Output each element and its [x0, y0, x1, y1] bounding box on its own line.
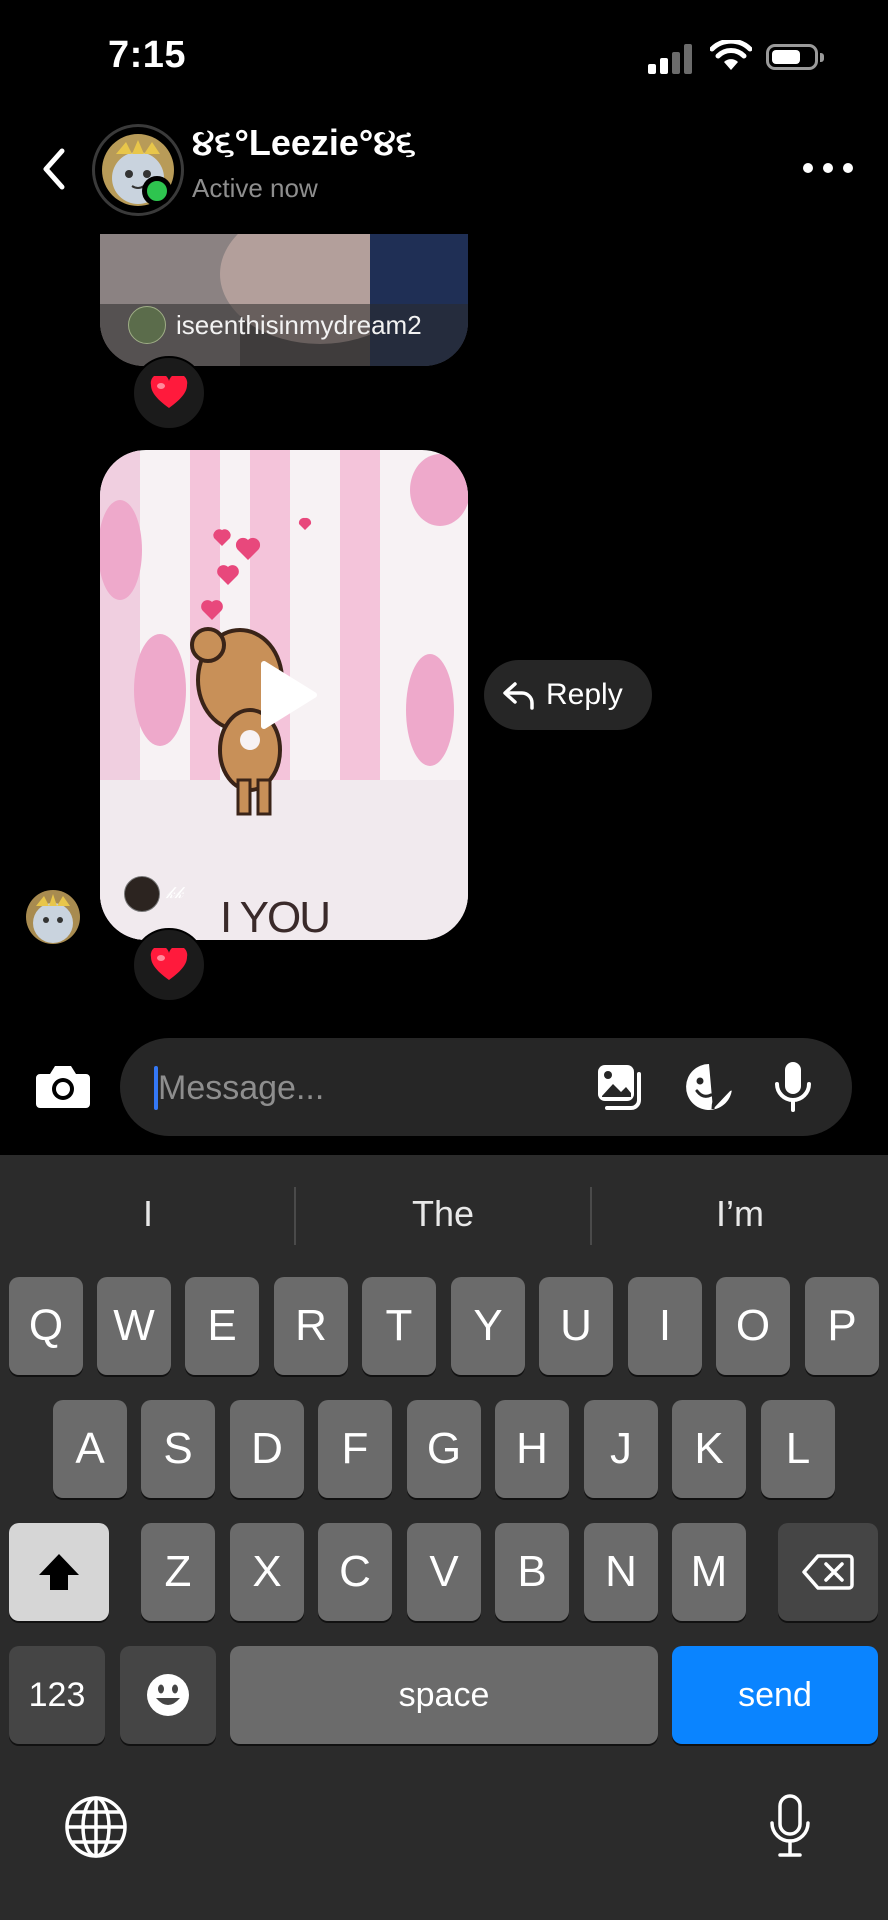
key-k[interactable]: K: [672, 1400, 746, 1498]
key-e[interactable]: E: [185, 1277, 259, 1375]
shared-post-message[interactable]: iseenthisinmydream2: [100, 234, 468, 366]
key-z[interactable]: Z: [141, 1523, 215, 1621]
key-y[interactable]: Y: [451, 1277, 525, 1375]
battery-icon: [766, 44, 824, 70]
key-t[interactable]: T: [362, 1277, 436, 1375]
backspace-icon: [802, 1554, 854, 1590]
key-h[interactable]: H: [495, 1400, 569, 1498]
key-m[interactable]: M: [672, 1523, 746, 1621]
online-indicator: [142, 176, 172, 206]
key-a[interactable]: A: [53, 1400, 127, 1498]
post-thumbnail: [100, 234, 468, 366]
heart-icon: [150, 376, 188, 408]
reply-label: Reply: [546, 678, 623, 711]
key-o[interactable]: O: [716, 1277, 790, 1375]
wifi-icon: [710, 40, 752, 70]
backspace-key[interactable]: [778, 1523, 878, 1621]
key-c[interactable]: C: [318, 1523, 392, 1621]
key-l[interactable]: L: [761, 1400, 835, 1498]
post-author-name: iseenthisinmydream2: [176, 309, 422, 340]
video-caption: I YOU: [220, 893, 329, 940]
emoji-key[interactable]: [120, 1646, 216, 1744]
chevron-left-icon: [43, 148, 65, 190]
globe-icon[interactable]: [64, 1795, 128, 1859]
dictation-icon[interactable]: [768, 1793, 812, 1859]
keyboard: I The I’m Q W E R T Y U I O P A S D F G …: [0, 1155, 888, 1920]
microphone-icon: [775, 1062, 811, 1112]
sender-avatar[interactable]: [26, 890, 80, 944]
reply-arrow-icon: [503, 682, 534, 710]
emoji-icon: [147, 1674, 189, 1716]
active-status: Active now: [192, 173, 318, 203]
heart-reaction[interactable]: [132, 928, 206, 1002]
key-i[interactable]: I: [628, 1277, 702, 1375]
message-input[interactable]: [156, 1062, 580, 1114]
back-button[interactable]: [34, 146, 74, 192]
contact-avatar[interactable]: [92, 124, 184, 216]
key-b[interactable]: B: [495, 1523, 569, 1621]
space-key[interactable]: space: [230, 1646, 658, 1744]
gallery-icon: [598, 1065, 641, 1110]
video-author: 𝓀𝓀: [124, 876, 183, 912]
key-x[interactable]: X: [230, 1523, 304, 1621]
post-author-avatar: [128, 306, 166, 344]
suggestion-1[interactable]: I: [0, 1155, 296, 1273]
shift-icon: [39, 1554, 79, 1590]
reply-button[interactable]: Reply: [484, 660, 652, 730]
key-f[interactable]: F: [318, 1400, 392, 1498]
voice-message-button[interactable]: [766, 1060, 820, 1114]
sender-avatar-image: [26, 890, 80, 944]
camera-icon[interactable]: [34, 1060, 92, 1112]
key-p[interactable]: P: [805, 1277, 879, 1375]
numbers-key[interactable]: 123: [9, 1646, 105, 1744]
gallery-button[interactable]: [594, 1060, 648, 1114]
sticker-button[interactable]: [682, 1060, 736, 1114]
video-message[interactable]: I YOU 𝓀𝓀: [100, 450, 468, 940]
contact-name[interactable]: ૪૬°Leezie°૪૬: [192, 122, 416, 165]
suggestion-3[interactable]: I’m: [592, 1155, 888, 1273]
key-j[interactable]: J: [584, 1400, 658, 1498]
key-n[interactable]: N: [584, 1523, 658, 1621]
cellular-signal-icon: [648, 44, 694, 74]
status-time: 7:15: [108, 34, 187, 76]
key-g[interactable]: G: [407, 1400, 481, 1498]
video-author-name: 𝓀𝓀: [166, 885, 184, 902]
heart-icon: [150, 948, 188, 980]
key-u[interactable]: U: [539, 1277, 613, 1375]
play-icon[interactable]: [256, 660, 318, 730]
key-s[interactable]: S: [141, 1400, 215, 1498]
key-v[interactable]: V: [407, 1523, 481, 1621]
key-w[interactable]: W: [97, 1277, 171, 1375]
send-key[interactable]: send: [672, 1646, 878, 1744]
suggestion-2[interactable]: The: [296, 1155, 590, 1273]
shift-key[interactable]: [9, 1523, 109, 1621]
more-options-icon[interactable]: [800, 150, 856, 186]
key-q[interactable]: Q: [9, 1277, 83, 1375]
message-composer: [120, 1038, 852, 1136]
post-author: iseenthisinmydream2: [128, 306, 422, 344]
sticker-icon: [686, 1064, 733, 1110]
key-r[interactable]: R: [274, 1277, 348, 1375]
heart-reaction[interactable]: [132, 356, 206, 430]
key-d[interactable]: D: [230, 1400, 304, 1498]
video-author-avatar: [124, 876, 160, 912]
